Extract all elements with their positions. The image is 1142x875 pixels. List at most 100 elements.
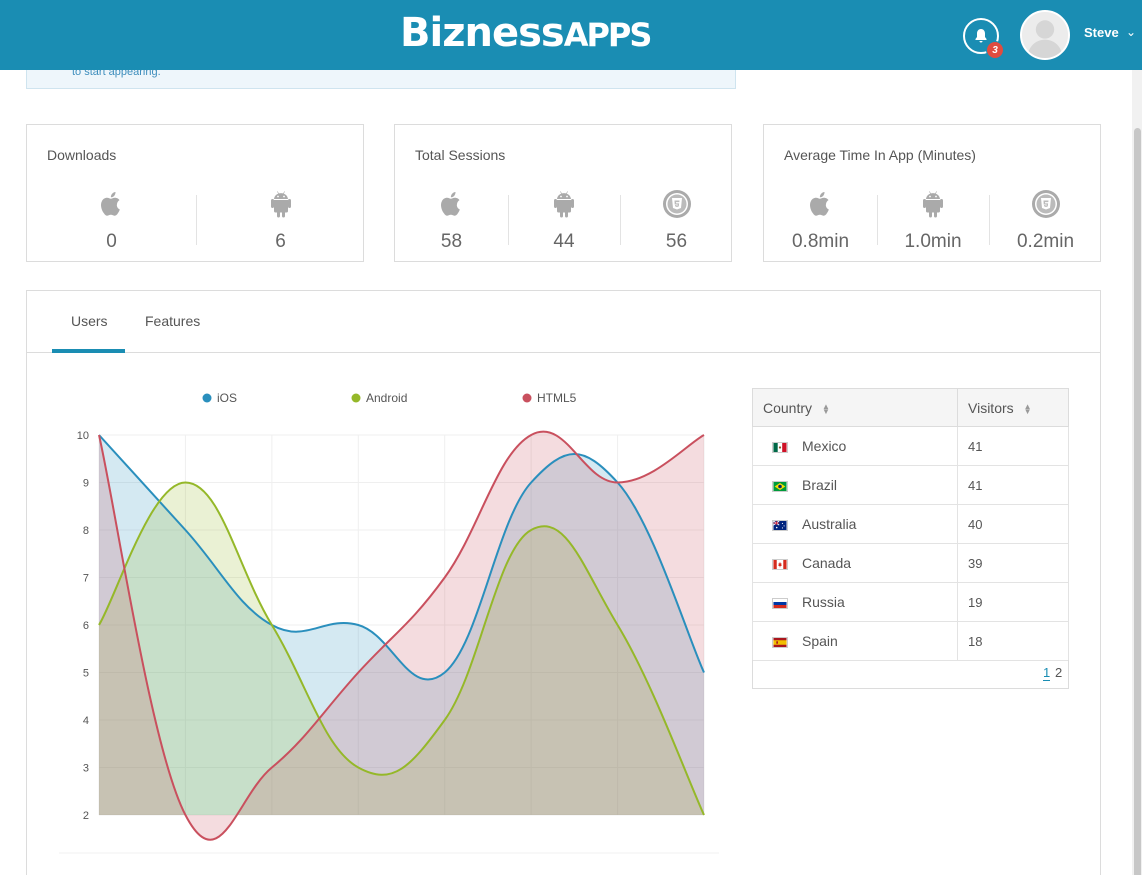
australia-flag-icon [772,519,788,531]
chevron-down-icon[interactable]: ⌄ [1126,25,1136,39]
stat-value: 6 [275,231,286,252]
apple-icon [809,192,829,216]
stat-value: 0.8min [791,231,850,252]
spain-flag-icon [772,636,788,648]
sort-icon[interactable]: ▲ ▼ [1024,402,1032,415]
android-stat: 1.0min [877,185,989,265]
y-tick-label: 10 [77,430,89,442]
total-sessions-card: Total Sessions 58 44 56 [394,124,732,262]
username[interactable]: Steve [1084,25,1119,40]
table-row: Canada 39 [752,543,1069,583]
sort-icon[interactable]: ▲ ▼ [822,402,830,415]
y-tick-label: 2 [83,810,89,822]
legend-label: iOS [217,391,237,405]
country-cell: Brazil [752,465,958,505]
html5-icon [662,190,691,218]
apple-icon [100,192,120,216]
legend-label: Android [366,391,407,405]
visitors-cell: 39 [957,543,1069,583]
y-tick-label: 4 [83,715,89,727]
y-tick-label: 6 [83,620,89,632]
visitors-cell: 41 [957,426,1069,466]
html5-icon [1031,190,1060,218]
visitors-cell: 19 [957,582,1069,622]
card-title: Total Sessions [415,147,506,163]
card-title: Average Time In App (Minutes) [784,147,976,163]
ios-stat: 0 [27,185,196,265]
country-cell: Canada [752,543,958,583]
stat-value: 56 [665,231,688,252]
country-name: Russia [802,594,845,610]
card-title: Downloads [47,147,117,163]
russia-flag-icon [772,597,788,609]
apple-icon [440,192,460,216]
mexico-flag-icon [772,441,788,453]
notification-badge: 3 [986,41,1004,59]
legend-marker [202,393,212,403]
table-row: Russia 19 [752,582,1069,622]
table-row: Australia 40 [752,504,1069,544]
legend-marker [351,393,361,403]
country-table: Country ▲ ▼ Visitors ▲ ▼ Mexico 41 Brazil 41… [752,388,1069,661]
top-navbar: BiznessAPPS 3 Steve ⌄ [0,0,1142,70]
table-row: Mexico 41 [752,426,1069,466]
visitors-cell: 41 [957,465,1069,505]
info-alert: to start appearing. [26,66,736,89]
html5-stat: 56 [620,185,733,265]
downloads-card: Downloads 0 6 [26,124,364,262]
stat-value: 0 [106,231,117,252]
tab-bar: Users Features [27,291,1100,353]
android-icon [554,191,574,218]
header-label: Country [763,399,813,416]
header-label: Visitors [968,399,1014,416]
android-icon [270,191,291,218]
android-icon [923,191,943,218]
page-link-1[interactable]: 1 [1043,665,1051,681]
page-link-2[interactable]: 2 [1055,665,1062,680]
y-tick-label: 5 [83,668,89,680]
stat-value: 44 [553,231,575,252]
stat-value: 58 [440,231,463,252]
country-column-header[interactable]: Country ▲ ▼ [752,388,958,427]
html5-stat: 0.2min [989,185,1102,265]
table-row: Brazil 41 [752,465,1069,505]
tab-users[interactable]: Users [71,313,108,329]
active-tab-indicator [52,349,125,353]
country-cell: Russia [752,582,958,622]
brazil-flag-icon [772,480,788,492]
ios-stat: 58 [395,185,508,265]
android-stat: 44 [508,185,620,265]
visitors-cell: 18 [957,621,1069,661]
y-tick-label: 9 [83,478,89,490]
visitors-column-header[interactable]: Visitors ▲ ▼ [957,388,1069,427]
country-cell: Australia [752,504,958,544]
country-name: Brazil [802,477,838,493]
country-name: Spain [802,633,838,649]
avatar[interactable] [1020,10,1070,60]
y-tick-label: 7 [83,573,89,585]
table-row: Spain 18 [752,621,1069,661]
legend-label: HTML5 [537,391,577,405]
ios-stat: 0.8min [764,185,877,265]
tab-features[interactable]: Features [145,313,200,329]
app-logo[interactable]: BiznessAPPS [400,10,653,56]
visitors-cell: 40 [957,504,1069,544]
country-cell: Spain [752,621,958,661]
y-tick-label: 8 [83,525,89,537]
legend-marker [522,393,532,403]
country-name: Mexico [802,438,847,454]
y-tick-label: 3 [83,763,89,775]
canada-flag-icon [772,558,788,570]
logo-text-1: Bizness [400,10,565,56]
scrollbar-thumb[interactable] [1134,128,1141,875]
avg-time-card: Average Time In App (Minutes) 0.8min 1.0… [763,124,1101,262]
pagination: 1 2 [752,660,1069,689]
country-name: Australia [802,516,857,532]
logo-text-2: APPS [563,16,653,54]
stat-value: 1.0min [904,231,962,252]
country-cell: Mexico [752,426,958,466]
country-name: Canada [802,555,852,571]
stat-value: 0.2min [1016,231,1075,252]
android-stat: 6 [196,185,365,265]
users-chart: 2 3 4 5 6 7 8 9 10 iOS Android HTML5 [59,391,719,854]
